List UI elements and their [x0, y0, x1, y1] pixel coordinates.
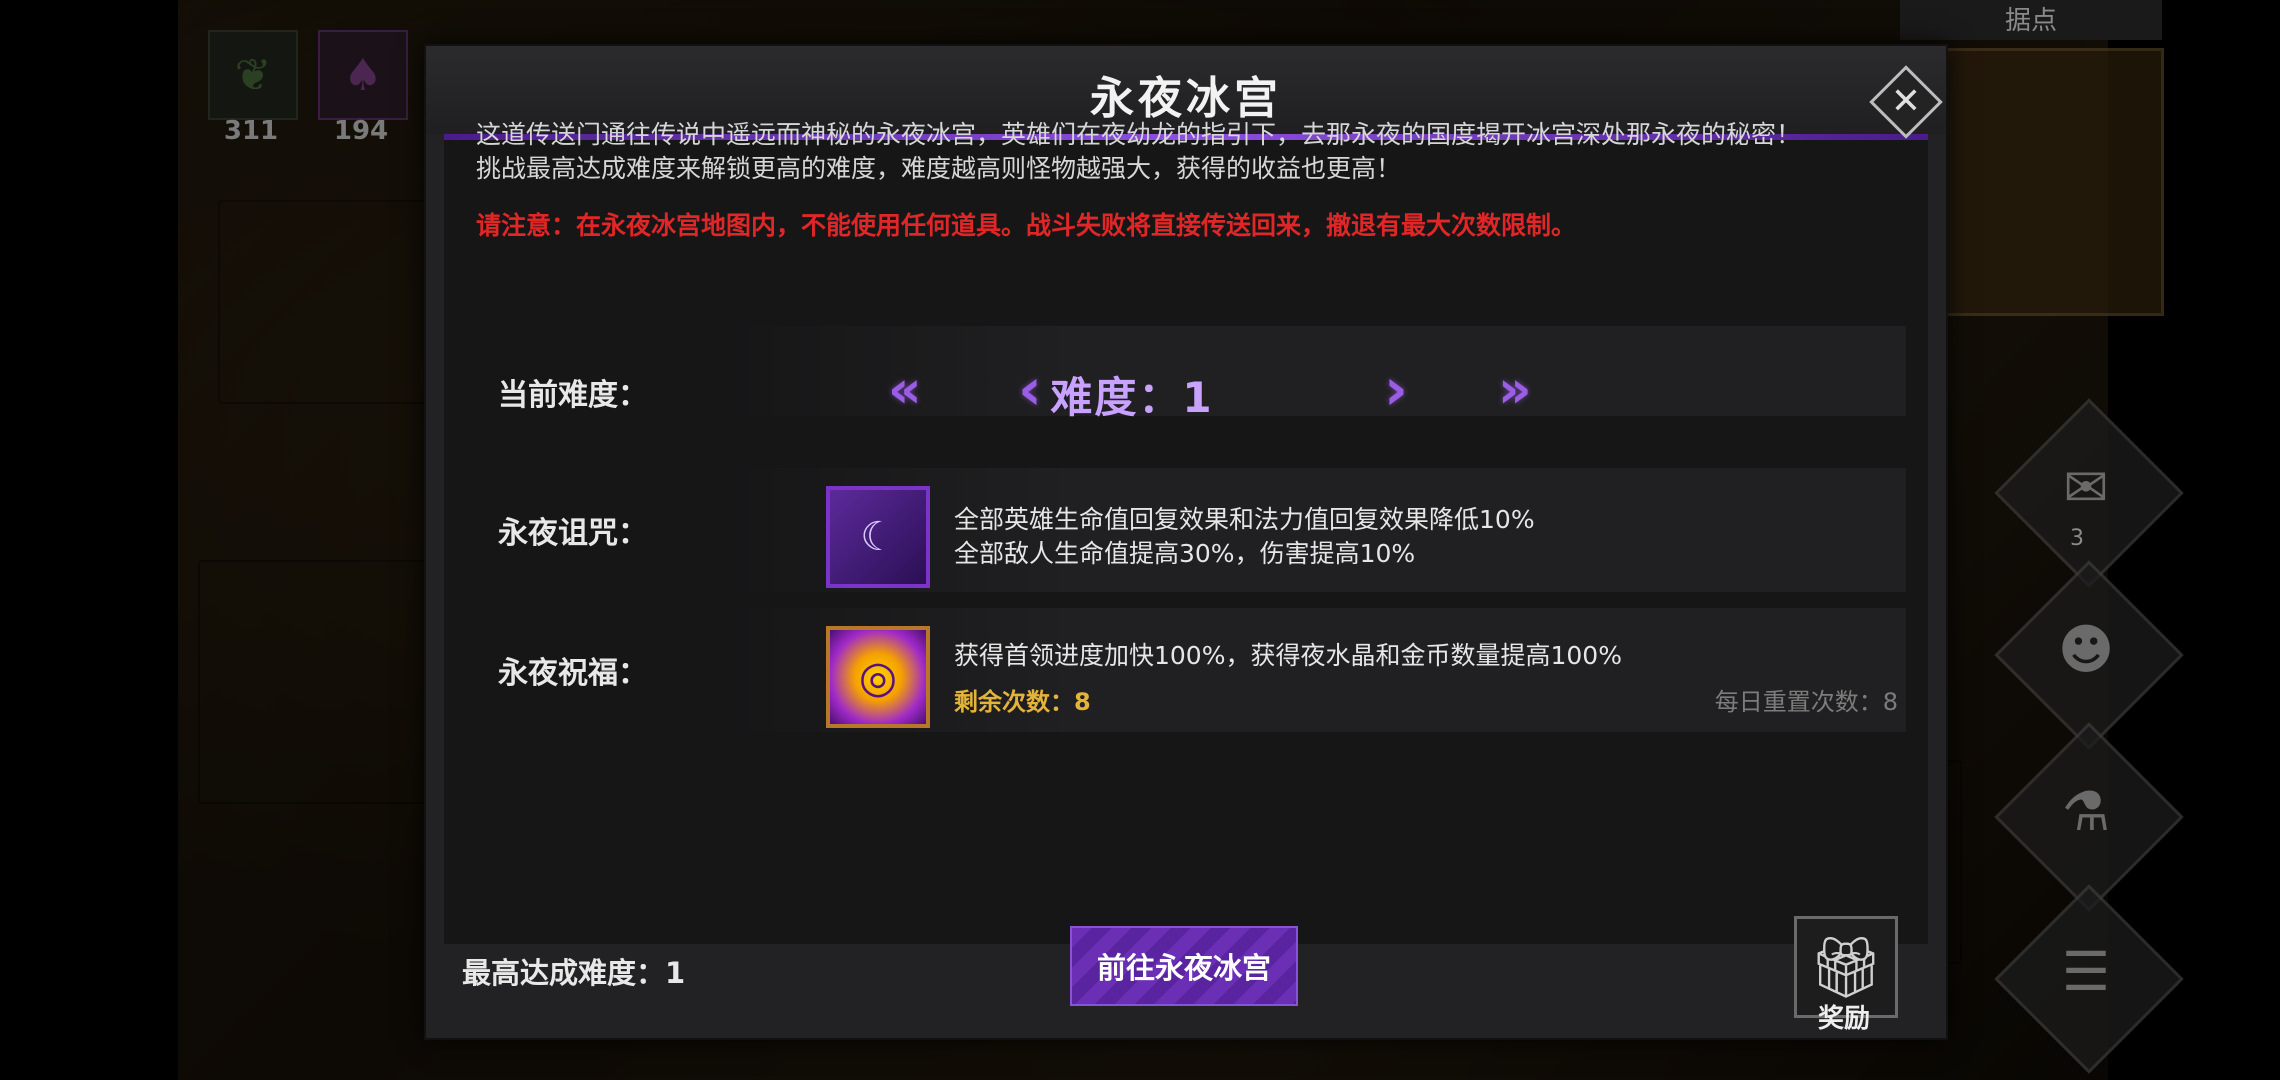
herb-icon: ❦ — [234, 49, 272, 101]
blessing-label: 永夜祝福： — [498, 656, 648, 691]
last-difficulty-button[interactable]: » — [1498, 364, 1532, 416]
dialog-title: 永夜冰宫 — [1090, 73, 1282, 124]
highest-difficulty: 最高达成难度：1 — [462, 956, 686, 990]
night-curse-icon: ☾ — [826, 486, 930, 588]
reward-label: 奖励 — [1817, 1004, 1870, 1034]
curse-label: 永夜诅咒： — [498, 516, 648, 551]
first-difficulty-button[interactable]: « — [888, 364, 922, 416]
enter-palace-label: 前往永夜冰宫 — [1096, 951, 1271, 985]
warning-text: 请注意：在永夜冰宫地图内，不能使用任何道具。战斗失败将直接传送回来，撤退有最大次… — [476, 211, 1577, 240]
minimap-title: 据点 — [1900, 0, 2162, 40]
gift-icon: 🎁︎ — [1807, 932, 1885, 1003]
curse-effect-1: 全部英雄生命值回复效果和法力值回复效果降低10% — [954, 505, 1535, 534]
scroll-icon: ✉ — [2063, 456, 2109, 519]
potion-icon: ♠ — [343, 49, 383, 101]
vortex-blessing-icon: ◎ — [826, 626, 930, 728]
eternal-night-palace-dialog: 永夜冰宫 ✕ 这道传送门通往传说中遥远而神秘的永夜冰宫，英雄们在夜幼龙的指引下，… — [424, 44, 1948, 1040]
next-difficulty-button[interactable]: › — [1384, 360, 1408, 418]
flask-icon: ⚗ — [2061, 780, 2111, 843]
remaining-count: 剩余次数：8 — [954, 688, 1091, 716]
enter-palace-button[interactable]: 前往永夜冰宫 — [1070, 926, 1298, 1006]
resource-count-herb: 311 — [223, 116, 279, 146]
difficulty-value: 难度：1 — [1050, 373, 1214, 422]
blessing-effect: 获得首领进度加快100%，获得夜水晶和金币数量提高100% — [954, 641, 1622, 670]
minimap[interactable] — [1940, 48, 2164, 316]
resource-slot-potion[interactable]: ♠ — [318, 30, 408, 120]
description-line-2: 挑战最高达成难度来解锁更高的难度，难度越高则怪物越强大，获得的收益也更高！ — [476, 154, 1402, 183]
description: 这道传送门通往传说中遥远而神秘的永夜冰宫，英雄们在夜幼龙的指引下，去那永夜的国度… — [476, 118, 1896, 186]
quest-badge: 3 — [2070, 526, 2084, 551]
curse-effect-2: 全部敌人生命值提高30%，伤害提高10% — [954, 539, 1416, 568]
list-icon: ☰ — [2061, 940, 2111, 1003]
close-icon: ✕ — [1890, 81, 1922, 122]
description-line-1: 这道传送门通往传说中遥远而神秘的永夜冰宫，英雄们在夜幼龙的指引下，去那永夜的国度… — [476, 120, 1802, 149]
daily-reset-count: 每日重置次数：8 — [1714, 688, 1898, 716]
resource-slot-herb[interactable]: ❦ — [208, 30, 298, 120]
difficulty-label: 当前难度： — [498, 378, 648, 413]
heroes-icon: ☻ — [2057, 618, 2115, 681]
resource-count-potion: 194 — [333, 116, 389, 146]
